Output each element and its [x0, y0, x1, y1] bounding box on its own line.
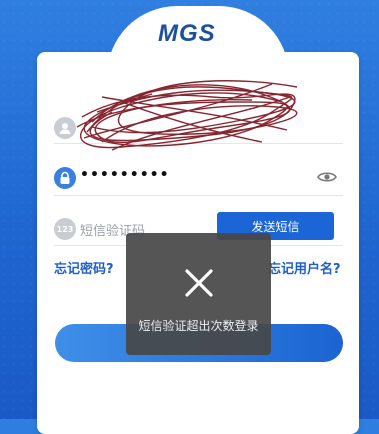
password-value: •••••••••	[80, 167, 170, 183]
lock-icon	[54, 167, 76, 189]
eye-icon[interactable]	[317, 169, 337, 188]
forgot-username-link[interactable]: 忘记用户名?	[268, 258, 341, 277]
password-field[interactable]: •••••••••	[54, 164, 343, 196]
error-toast: 短信验证超出次数登录	[126, 233, 271, 355]
password-underline	[54, 195, 343, 196]
sms-badge-icon: 123	[54, 218, 76, 240]
close-x-icon	[184, 268, 214, 302]
toast-message: 短信验证超出次数登录	[138, 319, 259, 333]
redaction-scribble	[76, 80, 298, 151]
forgot-password-link[interactable]: 忘记密码?	[54, 258, 114, 277]
app-logo: MGS	[158, 20, 216, 47]
